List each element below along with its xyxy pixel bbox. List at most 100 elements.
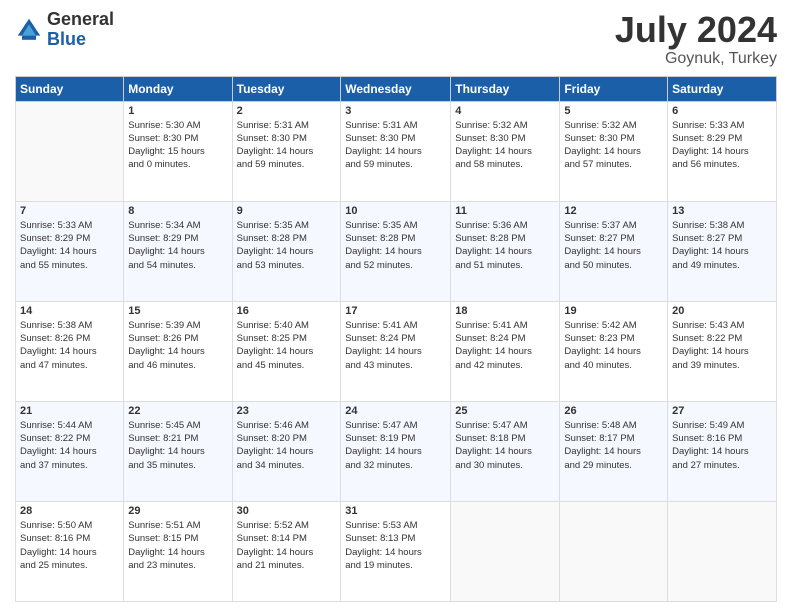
calendar-cell: 21Sunrise: 5:44 AM Sunset: 8:22 PM Dayli…: [16, 401, 124, 501]
calendar-week-row: 21Sunrise: 5:44 AM Sunset: 8:22 PM Dayli…: [16, 401, 777, 501]
calendar-cell: [668, 501, 777, 601]
calendar-cell: 11 Sunrise: 5:36 AM Sunset: 8:28 PM Dayli…: [451, 201, 560, 301]
day-number: 4: [455, 105, 555, 117]
day-number: 19: [564, 305, 663, 317]
day-number: 28: [20, 505, 119, 517]
location: Goynuk, Turkey: [615, 50, 777, 68]
day-number: 3: [345, 105, 446, 117]
header: General Blue July 2024 Goynuk, Turkey: [15, 10, 777, 68]
calendar-cell: 19 Sunrise: 5:42 AM Sunset: 8:23 PM Dayli…: [560, 301, 668, 401]
calendar-cell: 14 Sunrise: 5:38 AM Sunset: 8:26 PM Dayli…: [16, 301, 124, 401]
day-number: 12: [564, 205, 663, 217]
day-info: Sunrise: 5:53 AM Sunset: 8:13 PM Dayligh…: [345, 519, 446, 572]
day-number: 14: [20, 305, 119, 317]
day-info: Sunrise: 5:41 AM Sunset: 8:24 PM Dayligh…: [345, 319, 446, 372]
calendar-cell: 7 Sunrise: 5:33 AM Sunset: 8:29 PM Daylig…: [16, 201, 124, 301]
calendar-cell: 16Sunrise: 5:40 AM Sunset: 8:25 PM Dayli…: [232, 301, 341, 401]
title-block: July 2024 Goynuk, Turkey: [615, 10, 777, 68]
calendar-cell: 12 Sunrise: 5:37 AM Sunset: 8:27 PM Dayli…: [560, 201, 668, 301]
calendar-cell: 9 Sunrise: 5:35 AM Sunset: 8:28 PM Daylig…: [232, 201, 341, 301]
calendar-table: SundayMondayTuesdayWednesdayThursdayFrid…: [15, 76, 777, 602]
calendar-week-row: 7 Sunrise: 5:33 AM Sunset: 8:29 PM Daylig…: [16, 201, 777, 301]
day-number: 23: [237, 405, 337, 417]
calendar-cell: 30 Sunrise: 5:52 AM Sunset: 8:14 PM Dayli…: [232, 501, 341, 601]
day-info: Sunrise: 5:51 AM Sunset: 8:15 PM Dayligh…: [128, 519, 227, 572]
calendar-cell: 13 Sunrise: 5:38 AM Sunset: 8:27 PM Dayli…: [668, 201, 777, 301]
calendar-cell: 20 Sunrise: 5:43 AM Sunset: 8:22 PM Dayli…: [668, 301, 777, 401]
col-header-saturday: Saturday: [668, 76, 777, 101]
day-info: Sunrise: 5:35 AM Sunset: 8:28 PM Dayligh…: [345, 219, 446, 272]
day-number: 9: [237, 205, 337, 217]
day-info: Sunrise: 5:36 AM Sunset: 8:28 PM Dayligh…: [455, 219, 555, 272]
day-info: Sunrise: 5:33 AM Sunset: 8:29 PM Dayligh…: [20, 219, 119, 272]
day-number: 7: [20, 205, 119, 217]
day-info: Sunrise: 5:38 AM Sunset: 8:27 PM Dayligh…: [672, 219, 772, 272]
day-number: 11: [455, 205, 555, 217]
calendar-cell: 1Sunrise: 5:30 AM Sunset: 8:30 PM Daylig…: [124, 101, 232, 201]
day-number: 30: [237, 505, 337, 517]
day-number: 6: [672, 105, 772, 117]
calendar-cell: 5 Sunrise: 5:32 AM Sunset: 8:30 PM Daylig…: [560, 101, 668, 201]
day-info: Sunrise: 5:37 AM Sunset: 8:27 PM Dayligh…: [564, 219, 663, 272]
day-info: Sunrise: 5:47 AM Sunset: 8:18 PM Dayligh…: [455, 419, 555, 472]
calendar-header-row: SundayMondayTuesdayWednesdayThursdayFrid…: [16, 76, 777, 101]
day-number: 21: [20, 405, 119, 417]
day-info: Sunrise: 5:42 AM Sunset: 8:23 PM Dayligh…: [564, 319, 663, 372]
day-info: Sunrise: 5:43 AM Sunset: 8:22 PM Dayligh…: [672, 319, 772, 372]
calendar-cell: 23Sunrise: 5:46 AM Sunset: 8:20 PM Dayli…: [232, 401, 341, 501]
logo-blue-text: Blue: [47, 30, 114, 50]
logo-icon: [15, 16, 43, 44]
calendar-cell: 27Sunrise: 5:49 AM Sunset: 8:16 PM Dayli…: [668, 401, 777, 501]
day-number: 2: [237, 105, 337, 117]
calendar-cell: 3 Sunrise: 5:31 AM Sunset: 8:30 PM Daylig…: [341, 101, 451, 201]
calendar-cell: 6Sunrise: 5:33 AM Sunset: 8:29 PM Daylig…: [668, 101, 777, 201]
day-number: 13: [672, 205, 772, 217]
col-header-sunday: Sunday: [16, 76, 124, 101]
calendar-cell: [16, 101, 124, 201]
day-info: Sunrise: 5:32 AM Sunset: 8:30 PM Dayligh…: [455, 119, 555, 172]
month-title: July 2024: [615, 10, 777, 50]
day-number: 25: [455, 405, 555, 417]
day-number: 24: [345, 405, 446, 417]
day-number: 8: [128, 205, 227, 217]
calendar-cell: 10 Sunrise: 5:35 AM Sunset: 8:28 PM Dayli…: [341, 201, 451, 301]
day-info: Sunrise: 5:38 AM Sunset: 8:26 PM Dayligh…: [20, 319, 119, 372]
day-info: Sunrise: 5:49 AM Sunset: 8:16 PM Dayligh…: [672, 419, 772, 472]
day-info: Sunrise: 5:30 AM Sunset: 8:30 PM Dayligh…: [128, 119, 227, 172]
day-info: Sunrise: 5:32 AM Sunset: 8:30 PM Dayligh…: [564, 119, 663, 172]
col-header-tuesday: Tuesday: [232, 76, 341, 101]
day-number: 17: [345, 305, 446, 317]
day-number: 5: [564, 105, 663, 117]
calendar-cell: 8Sunrise: 5:34 AM Sunset: 8:29 PM Daylig…: [124, 201, 232, 301]
day-info: Sunrise: 5:50 AM Sunset: 8:16 PM Dayligh…: [20, 519, 119, 572]
day-info: Sunrise: 5:35 AM Sunset: 8:28 PM Dayligh…: [237, 219, 337, 272]
calendar-cell: 18 Sunrise: 5:41 AM Sunset: 8:24 PM Dayli…: [451, 301, 560, 401]
calendar-cell: 25 Sunrise: 5:47 AM Sunset: 8:18 PM Dayli…: [451, 401, 560, 501]
calendar-cell: 24Sunrise: 5:47 AM Sunset: 8:19 PM Dayli…: [341, 401, 451, 501]
calendar-cell: 2Sunrise: 5:31 AM Sunset: 8:30 PM Daylig…: [232, 101, 341, 201]
day-info: Sunrise: 5:41 AM Sunset: 8:24 PM Dayligh…: [455, 319, 555, 372]
day-number: 31: [345, 505, 446, 517]
day-number: 22: [128, 405, 227, 417]
col-header-thursday: Thursday: [451, 76, 560, 101]
calendar-cell: [560, 501, 668, 601]
day-info: Sunrise: 5:52 AM Sunset: 8:14 PM Dayligh…: [237, 519, 337, 572]
calendar-cell: 22 Sunrise: 5:45 AM Sunset: 8:21 PM Dayli…: [124, 401, 232, 501]
day-info: Sunrise: 5:45 AM Sunset: 8:21 PM Dayligh…: [128, 419, 227, 472]
day-info: Sunrise: 5:48 AM Sunset: 8:17 PM Dayligh…: [564, 419, 663, 472]
day-number: 20: [672, 305, 772, 317]
calendar-cell: [451, 501, 560, 601]
logo-text: General Blue: [47, 10, 114, 50]
day-info: Sunrise: 5:31 AM Sunset: 8:30 PM Dayligh…: [345, 119, 446, 172]
col-header-wednesday: Wednesday: [341, 76, 451, 101]
calendar-cell: 28 Sunrise: 5:50 AM Sunset: 8:16 PM Dayli…: [16, 501, 124, 601]
day-number: 10: [345, 205, 446, 217]
logo-general-text: General: [47, 10, 114, 30]
day-number: 18: [455, 305, 555, 317]
logo: General Blue: [15, 10, 114, 50]
calendar-week-row: 14 Sunrise: 5:38 AM Sunset: 8:26 PM Dayli…: [16, 301, 777, 401]
day-info: Sunrise: 5:40 AM Sunset: 8:25 PM Dayligh…: [237, 319, 337, 372]
calendar-cell: 31 Sunrise: 5:53 AM Sunset: 8:13 PM Dayli…: [341, 501, 451, 601]
page: General Blue July 2024 Goynuk, Turkey Su…: [0, 0, 792, 612]
col-header-friday: Friday: [560, 76, 668, 101]
